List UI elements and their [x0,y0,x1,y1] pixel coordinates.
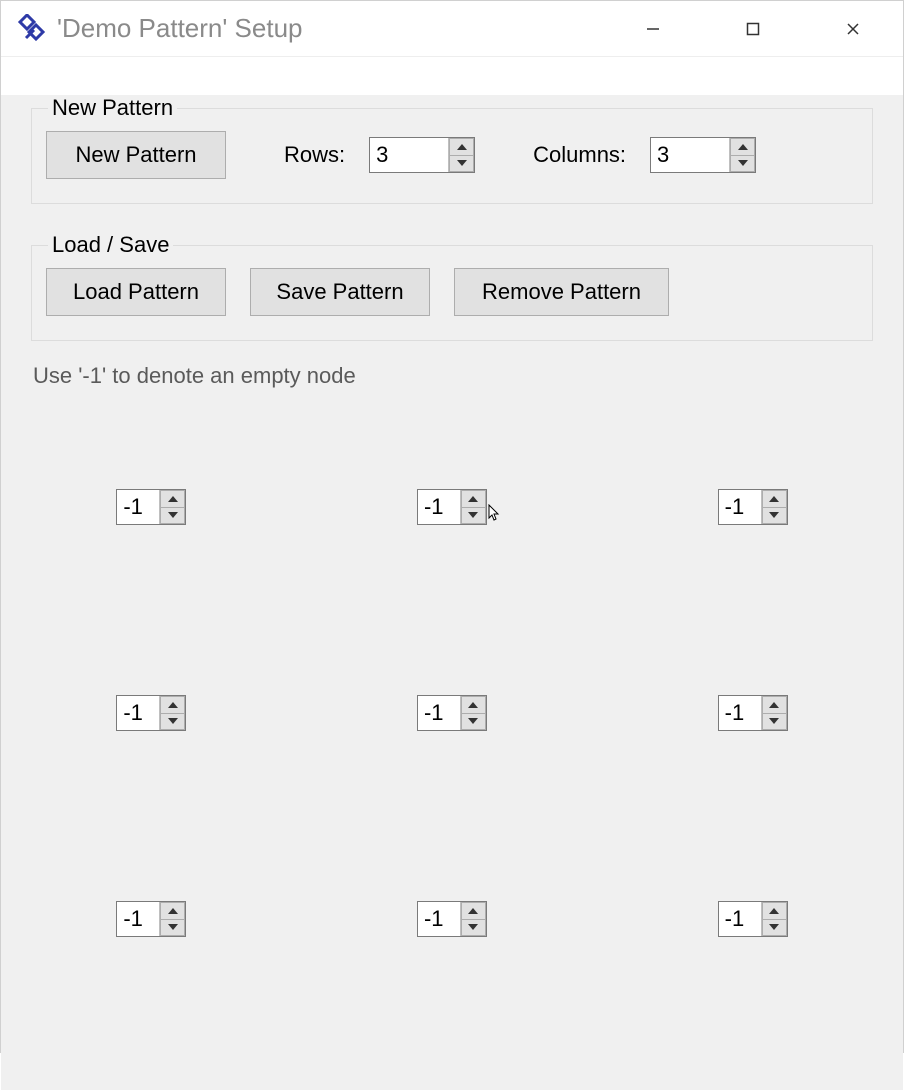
rows-step-down[interactable] [449,155,474,173]
pattern-grid [31,489,873,937]
node-spinner-1-1[interactable] [417,695,487,731]
node-step-up[interactable] [160,490,185,507]
rows-spinner[interactable] [369,137,475,173]
columns-input[interactable] [651,138,729,172]
remove-pattern-button[interactable]: Remove Pattern [454,268,669,316]
node-step-down[interactable] [762,919,787,937]
chevron-up-icon [769,908,779,914]
client-area: New Pattern New Pattern Rows: Columns: [1,95,903,1090]
node-step-up[interactable] [762,902,787,919]
node-step-down[interactable] [461,919,486,937]
load-save-group: Load / Save Load Pattern Save Pattern Re… [31,232,873,341]
node-step-down[interactable] [461,507,486,525]
node-step-up[interactable] [461,902,486,919]
chevron-down-icon [468,924,478,930]
chevron-up-icon [168,702,178,708]
chevron-up-icon [769,702,779,708]
chevron-up-icon [457,144,467,150]
node-spinner-2-0[interactable] [116,901,186,937]
node-spinner-0-2[interactable] [718,489,788,525]
node-step-up[interactable] [160,696,185,713]
node-input[interactable] [117,902,159,936]
chevron-up-icon [468,908,478,914]
node-step-up[interactable] [762,490,787,507]
rows-label: Rows: [284,142,345,168]
chevron-down-icon [769,512,779,518]
columns-step-down[interactable] [730,155,755,173]
chevron-down-icon [468,718,478,724]
node-step-down[interactable] [762,507,787,525]
columns-step-up[interactable] [730,138,755,155]
node-input[interactable] [418,490,460,524]
node-spinner-1-2[interactable] [718,695,788,731]
chevron-up-icon [468,496,478,502]
rows-step-up[interactable] [449,138,474,155]
hint-text: Use '-1' to denote an empty node [33,363,873,389]
node-input[interactable] [719,490,761,524]
columns-spinner[interactable] [650,137,756,173]
window-controls [603,1,903,56]
chevron-down-icon [457,160,467,166]
node-step-up[interactable] [461,490,486,507]
chevron-down-icon [168,718,178,724]
node-input[interactable] [117,490,159,524]
chevron-up-icon [168,908,178,914]
chevron-up-icon [769,496,779,502]
node-spinner-1-0[interactable] [116,695,186,731]
node-step-down[interactable] [762,713,787,731]
new-pattern-button[interactable]: New Pattern [46,131,226,179]
chevron-up-icon [468,702,478,708]
node-step-up[interactable] [461,696,486,713]
node-step-down[interactable] [160,919,185,937]
close-button[interactable] [803,1,903,56]
titlebar: 'Demo Pattern' Setup [1,1,903,57]
new-pattern-group: New Pattern New Pattern Rows: Columns: [31,95,873,204]
node-spinner-0-0[interactable] [116,489,186,525]
load-pattern-button[interactable]: Load Pattern [46,268,226,316]
node-spinner-2-1[interactable] [417,901,487,937]
window-title: 'Demo Pattern' Setup [57,13,603,44]
maximize-button[interactable] [703,1,803,56]
node-spinner-0-1[interactable] [417,489,487,525]
mouse-cursor-icon [488,504,502,522]
minimize-button[interactable] [603,1,703,56]
chevron-down-icon [168,512,178,518]
node-step-up[interactable] [762,696,787,713]
new-pattern-legend: New Pattern [48,95,177,121]
node-step-down[interactable] [160,713,185,731]
chevron-up-icon [168,496,178,502]
app-icon [15,12,49,46]
chevron-up-icon [738,144,748,150]
node-input[interactable] [117,696,159,730]
node-step-down[interactable] [461,713,486,731]
node-step-down[interactable] [160,507,185,525]
chevron-down-icon [738,160,748,166]
chevron-down-icon [168,924,178,930]
chevron-down-icon [769,924,779,930]
node-input[interactable] [418,902,460,936]
node-input[interactable] [719,902,761,936]
node-input[interactable] [719,696,761,730]
rows-input[interactable] [370,138,448,172]
load-save-legend: Load / Save [48,232,173,258]
chevron-down-icon [769,718,779,724]
columns-label: Columns: [533,142,626,168]
chevron-down-icon [468,512,478,518]
node-step-up[interactable] [160,902,185,919]
save-pattern-button[interactable]: Save Pattern [250,268,430,316]
node-spinner-2-2[interactable] [718,901,788,937]
node-input[interactable] [418,696,460,730]
